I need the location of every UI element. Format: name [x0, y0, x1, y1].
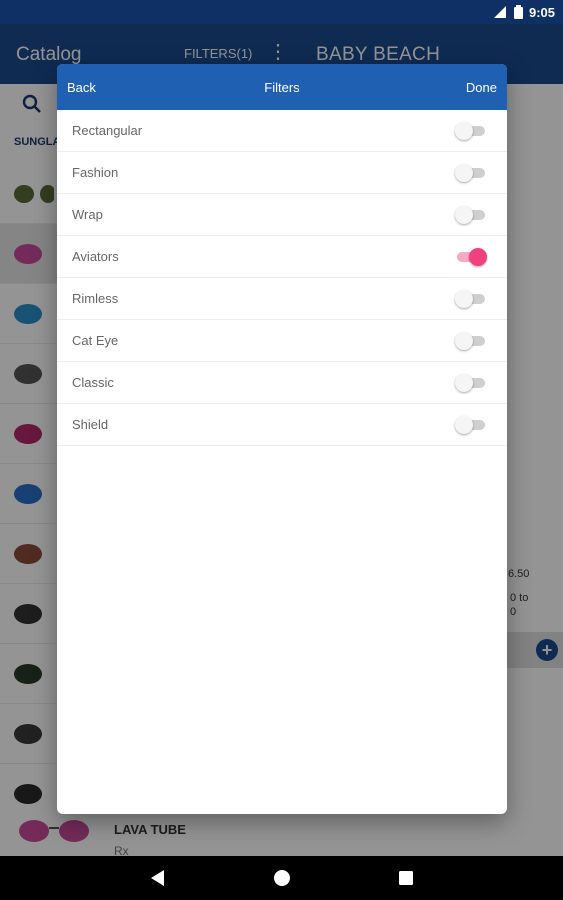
navigation-bar: [0, 856, 563, 900]
filter-row[interactable]: Wrap: [57, 194, 507, 236]
filter-label: Classic: [72, 375, 114, 390]
switch-knob: [455, 289, 473, 308]
switch-knob: [455, 163, 473, 182]
done-button[interactable]: Done: [466, 80, 497, 95]
filter-label: Wrap: [72, 207, 103, 222]
network-signal-icon: [492, 5, 508, 19]
back-nav-icon[interactable]: [146, 866, 170, 890]
status-time: 9:05: [528, 4, 555, 20]
filter-toggle-switch[interactable]: [455, 121, 487, 140]
filter-label: Rimless: [72, 291, 119, 306]
switch-knob: [455, 205, 473, 224]
battery-icon: [513, 5, 523, 19]
switch-knob: [455, 121, 473, 140]
filter-label: Fashion: [72, 165, 119, 180]
filter-toggle-switch[interactable]: [455, 415, 487, 434]
filter-toggle-switch[interactable]: [455, 373, 487, 392]
filter-toggle-switch[interactable]: [455, 331, 487, 350]
filter-row[interactable]: Rectangular: [57, 110, 507, 152]
filter-label: Cat Eye: [72, 333, 119, 348]
status-bar: 9:05: [0, 0, 563, 24]
dialog-title: Filters: [264, 79, 300, 95]
filter-label: Shield: [72, 417, 109, 432]
filter-row[interactable]: Rimless: [57, 278, 507, 320]
filter-label: Aviators: [72, 249, 119, 264]
back-button[interactable]: Back: [67, 80, 96, 95]
filter-row[interactable]: Aviators: [57, 236, 507, 278]
filter-row[interactable]: Fashion: [57, 152, 507, 194]
filter-row[interactable]: Classic: [57, 362, 507, 404]
switch-knob: [469, 247, 487, 266]
filter-row[interactable]: Cat Eye: [57, 320, 507, 362]
switch-knob: [455, 415, 473, 434]
home-nav-icon[interactable]: [270, 866, 294, 890]
filter-toggle-switch[interactable]: [455, 163, 487, 182]
filter-toggle-switch[interactable]: [455, 247, 487, 266]
filter-list: Rectangular Fashion Wrap Aviators Rimless Cat…: [57, 110, 507, 446]
filter-row[interactable]: Shield: [57, 404, 507, 446]
dialog-header: Back Filters Done: [57, 64, 507, 110]
filters-dialog: Back Filters Done Rectangular Fashion Wrap…: [57, 64, 507, 814]
switch-knob: [455, 331, 473, 350]
recents-nav-icon[interactable]: [394, 866, 418, 890]
switch-knob: [455, 373, 473, 392]
filter-label: Rectangular: [72, 123, 143, 138]
filter-toggle-switch[interactable]: [455, 289, 487, 308]
filter-toggle-switch[interactable]: [455, 205, 487, 224]
